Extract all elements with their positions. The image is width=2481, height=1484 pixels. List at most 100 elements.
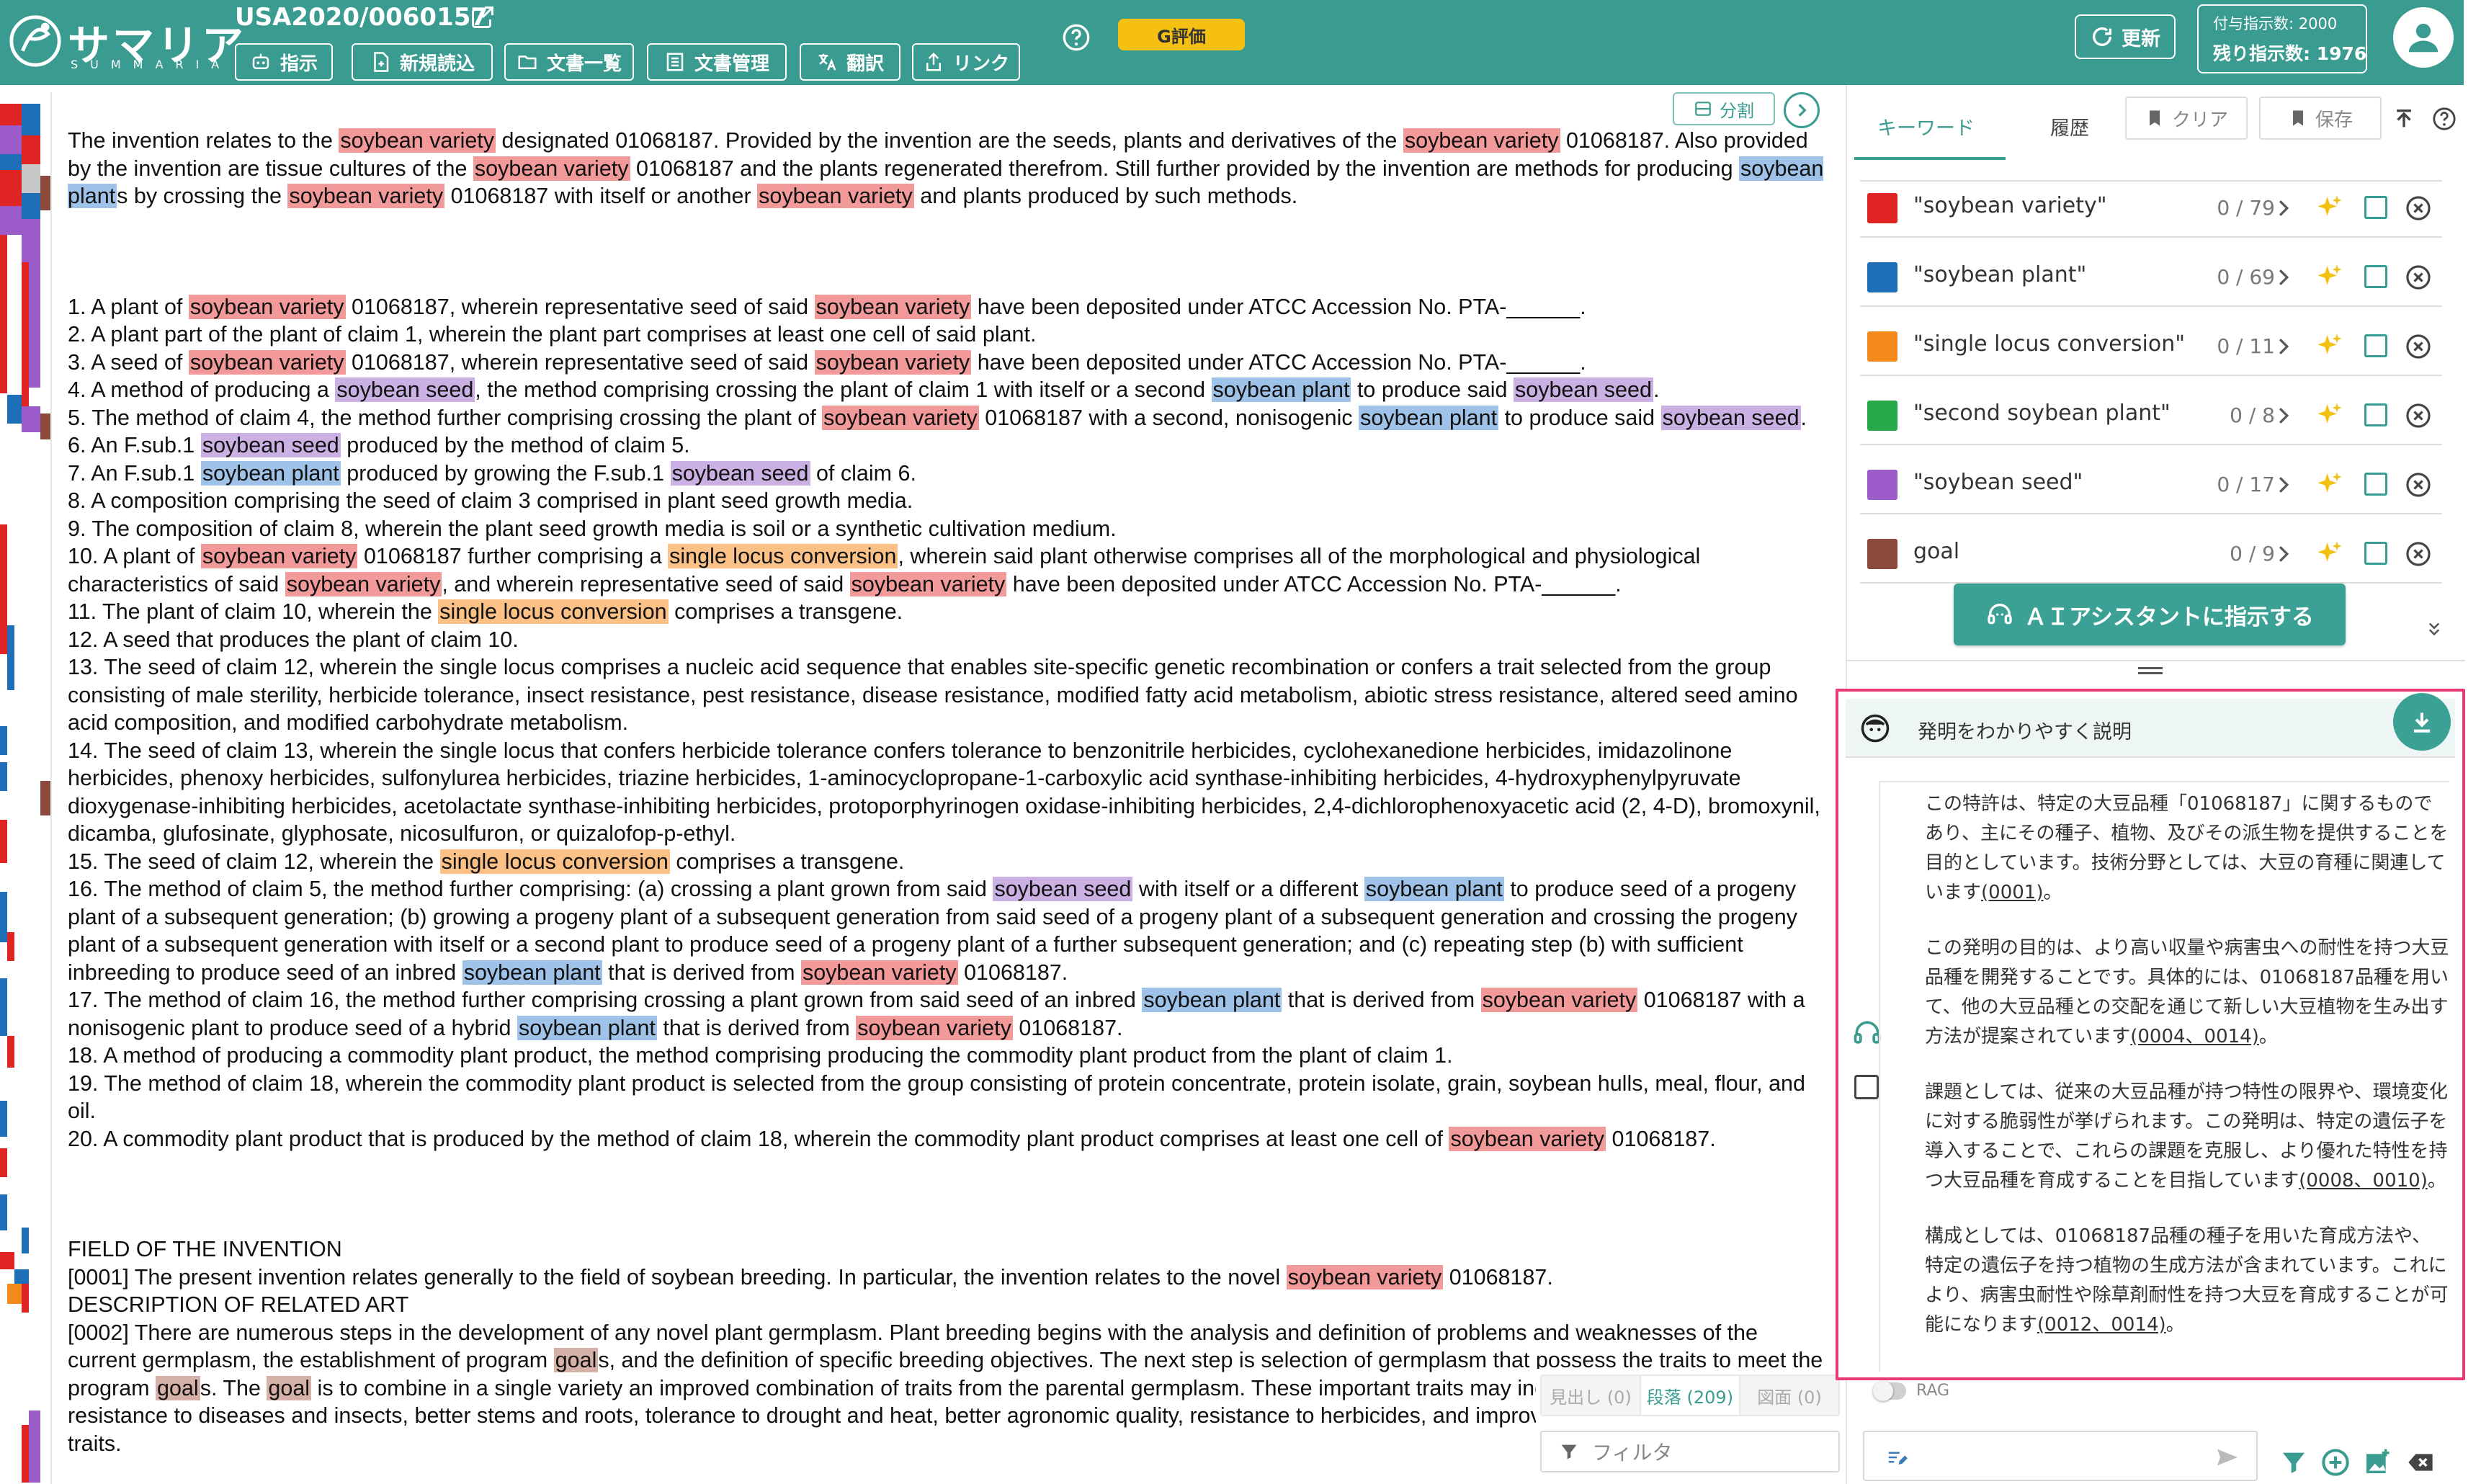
sparkle-icon[interactable]: [2315, 539, 2344, 568]
keyword-highlight[interactable]: soybean seed: [335, 377, 475, 402]
keyword-highlight[interactable]: soybean variety: [849, 571, 1007, 596]
sparkle-icon[interactable]: [2315, 470, 2344, 499]
keyword-row[interactable]: goal 0 / 9: [1860, 524, 2442, 579]
sparkle-icon[interactable]: [2315, 193, 2344, 222]
keyword-highlight[interactable]: soybean variety: [1286, 1264, 1444, 1289]
new-load-button[interactable]: 新規読込: [352, 43, 493, 81]
keyword-highlight[interactable]: soybean variety: [188, 349, 346, 375]
keyword-highlight[interactable]: soybean plant: [1211, 377, 1351, 402]
keyword-checkbox[interactable]: [2364, 403, 2387, 426]
chevron-right-icon[interactable]: [2276, 268, 2291, 287]
keyword-highlight[interactable]: soybean variety: [339, 128, 496, 153]
remove-circle-icon[interactable]: [2405, 264, 2432, 291]
add-image-icon[interactable]: [2363, 1448, 2392, 1477]
tab-paragraphs[interactable]: 段落 (209): [1640, 1376, 1740, 1415]
keyword-color-swatch[interactable]: [1867, 470, 1897, 500]
keyword-highlight[interactable]: soybean variety: [822, 405, 979, 430]
chevron-right-icon[interactable]: [2276, 199, 2291, 218]
keyword-color-swatch[interactable]: [1867, 193, 1897, 223]
keyword-checkbox[interactable]: [2364, 334, 2387, 357]
remove-circle-icon[interactable]: [2405, 333, 2432, 360]
keyword-highlight[interactable]: soybean variety: [1403, 128, 1560, 153]
keyword-highlight[interactable]: soybean variety: [473, 156, 630, 181]
keyword-highlight[interactable]: soybean variety: [800, 960, 958, 985]
split-button[interactable]: 分割: [1673, 92, 1775, 125]
remove-circle-icon[interactable]: [2405, 471, 2432, 499]
keyword-highlight[interactable]: soybean variety: [814, 349, 972, 375]
tab-keywords[interactable]: キーワード: [1877, 112, 1975, 140]
refresh-button[interactable]: 更新: [2075, 14, 2176, 59]
g-evaluation-button[interactable]: G評価: [1118, 19, 1245, 50]
keyword-color-swatch[interactable]: [1867, 331, 1897, 362]
keyword-highlight[interactable]: soybean seed: [993, 877, 1133, 901]
tab-history[interactable]: 履歴: [2050, 112, 2089, 140]
clear-input-icon[interactable]: [2406, 1448, 2435, 1477]
keyword-highlight[interactable]: soybean plant: [200, 460, 341, 486]
chevron-right-icon[interactable]: [2276, 475, 2291, 494]
keyword-highlight[interactable]: soybean variety: [1480, 988, 1638, 1012]
keyword-highlight[interactable]: soybean plant: [1364, 877, 1504, 901]
paragraph-reference-link[interactable]: (0008、0010): [2299, 1170, 2428, 1192]
chat-input[interactable]: [1863, 1431, 2258, 1481]
keyword-highlight[interactable]: soybean seed: [1660, 405, 1801, 430]
keyword-highlight[interactable]: soybean variety: [287, 184, 445, 208]
keyword-checkbox[interactable]: [2364, 473, 2387, 496]
download-button[interactable]: [2393, 693, 2451, 751]
keyword-highlight[interactable]: soybean variety: [757, 184, 914, 208]
clear-button[interactable]: クリア: [2125, 97, 2248, 140]
keyword-highlight[interactable]: soybean variety: [200, 544, 358, 568]
keyword-highlight[interactable]: single locus conversion: [668, 544, 898, 568]
keyword-highlight[interactable]: goal: [553, 1348, 599, 1372]
translate-button[interactable]: 翻訳: [800, 43, 900, 81]
rag-toggle[interactable]: RAG: [1873, 1380, 1949, 1401]
keyword-minimap[interactable]: [0, 92, 52, 1484]
keyword-checkbox[interactable]: [2364, 196, 2387, 219]
keyword-highlight[interactable]: soybean variety: [1449, 1126, 1606, 1151]
external-link-icon[interactable]: [470, 4, 496, 30]
keyword-highlight[interactable]: soybean plant: [517, 1015, 657, 1040]
chevron-right-icon[interactable]: [2276, 406, 2291, 425]
filter-input[interactable]: フィルタ: [1540, 1431, 1840, 1472]
collapse-icon[interactable]: [2423, 618, 2445, 640]
paragraph-reference-link[interactable]: (0001): [1981, 882, 2043, 903]
help-icon[interactable]: [2432, 107, 2457, 131]
document-viewer[interactable]: 分割 The invention relates to the soybean …: [53, 85, 1846, 1484]
document-management-button[interactable]: 文書管理: [647, 43, 787, 81]
keyword-checkbox[interactable]: [2364, 265, 2387, 288]
sparkle-icon[interactable]: [2315, 331, 2344, 360]
keyword-color-swatch[interactable]: [1867, 539, 1897, 569]
filter-icon[interactable]: [2279, 1448, 2308, 1477]
keyword-highlight[interactable]: soybean variety: [188, 294, 346, 319]
panel-resize-handle[interactable]: [1847, 660, 2465, 676]
next-button[interactable]: [1784, 92, 1820, 128]
add-circle-icon[interactable]: [2321, 1448, 2350, 1477]
paragraph-reference-link[interactable]: (0004、0014): [2130, 1026, 2259, 1047]
keyword-highlight[interactable]: soybean plant: [462, 960, 602, 985]
keyword-highlight[interactable]: soybean seed: [670, 460, 810, 486]
keyword-highlight[interactable]: single locus conversion: [439, 849, 670, 874]
send-icon[interactable]: [2213, 1445, 2242, 1470]
keyword-row[interactable]: "soybean plant" 0 / 69: [1860, 248, 2442, 303]
keyword-row[interactable]: "soybean variety" 0 / 79: [1860, 179, 2442, 233]
keyword-highlight[interactable]: soybean plant: [1359, 405, 1499, 430]
keyword-color-swatch[interactable]: [1867, 262, 1897, 292]
keyword-highlight[interactable]: goal: [156, 1375, 200, 1400]
keyword-color-swatch[interactable]: [1867, 401, 1897, 431]
user-avatar[interactable]: [2393, 7, 2454, 68]
sparkle-icon[interactable]: [2315, 262, 2344, 291]
keyword-highlight[interactable]: single locus conversion: [438, 599, 669, 624]
ai-assistant-button[interactable]: ＡＩアシスタントに指示する: [1954, 584, 2346, 645]
keyword-highlight[interactable]: soybean variety: [856, 1015, 1013, 1040]
link-button[interactable]: リンク: [912, 43, 1020, 81]
keyword-highlight[interactable]: soybean seed: [200, 433, 341, 457]
instruct-button[interactable]: 指示: [235, 43, 333, 81]
sparkle-icon[interactable]: [2315, 401, 2344, 429]
tab-drawings[interactable]: 図面 (0): [1740, 1376, 1838, 1415]
save-button[interactable]: 保存: [2259, 97, 2382, 140]
upload-icon[interactable]: [2392, 107, 2416, 131]
paragraph-reference-link[interactable]: (0012、0014): [2037, 1314, 2166, 1336]
summaria-logo[interactable]: サマリア SUMMARIA: [7, 9, 243, 73]
chevron-right-icon[interactable]: [2276, 337, 2291, 356]
rag-switch[interactable]: [1873, 1380, 1906, 1401]
tab-headings[interactable]: 見出し (0): [1542, 1376, 1640, 1415]
